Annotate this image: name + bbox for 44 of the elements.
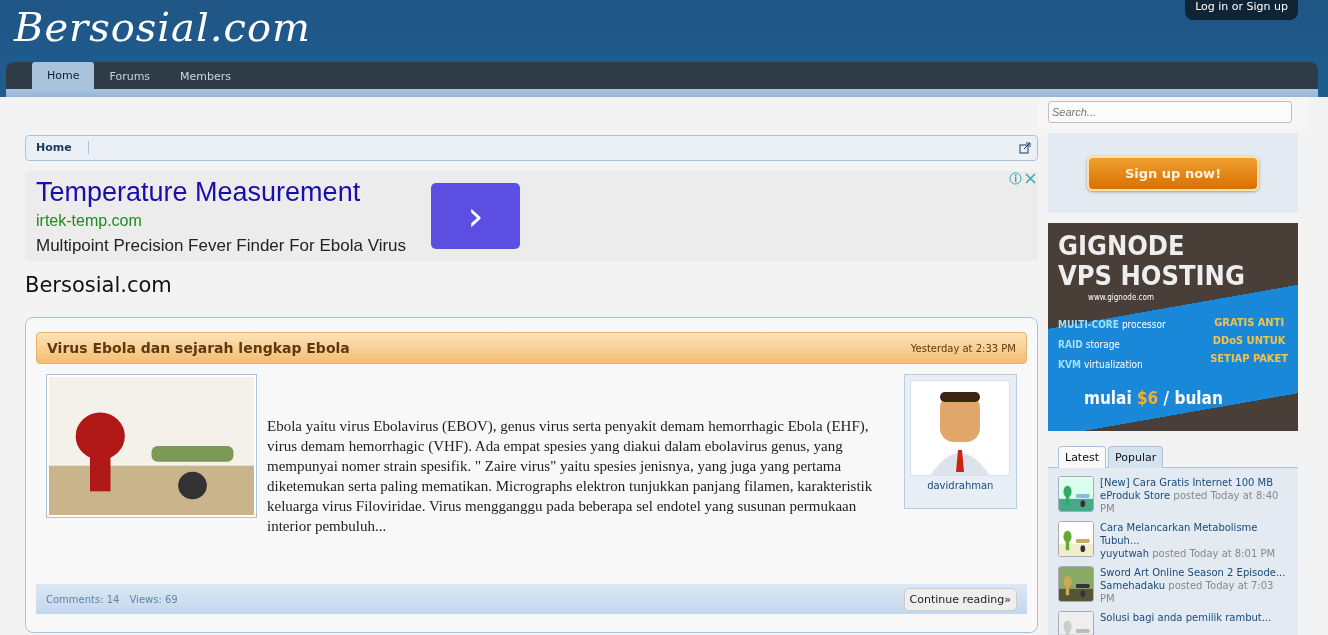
thread-link[interactable]: Cara Melancarkan Metabolisme Tubuh... [1100, 521, 1288, 547]
banner-offer: GRATIS ANTI [1213, 315, 1286, 331]
post-byline: yuyutwah posted Today at 8:01 PM [1100, 547, 1277, 560]
search-field[interactable]: Search... [1048, 101, 1292, 123]
banner-heading: GIGNODE [1058, 231, 1186, 261]
ad-title[interactable]: Temperature Measurement [36, 176, 431, 208]
view-count: Views: 69 [129, 593, 178, 605]
nav-tab[interactable]: Forums [94, 63, 166, 89]
author-link[interactable]: yuyutwah [1100, 548, 1150, 559]
author-link[interactable]: eProduk Store [1100, 490, 1171, 501]
banner-url: www.gignode.com [1088, 293, 1155, 302]
breadcrumb-link[interactable]: Home [26, 141, 89, 154]
author-link[interactable]: Samehadaku [1100, 580, 1166, 591]
banner-feature: RAID storage [1058, 338, 1121, 352]
post-byline: Samehadaku posted Today at 7:03 PM [1100, 579, 1275, 605]
ad-url: irtek-temp.com [36, 211, 143, 230]
avatar-icon[interactable] [910, 380, 1011, 476]
popout-icon[interactable] [1019, 142, 1031, 154]
ad-button[interactable]: › [431, 183, 520, 249]
nav-tab[interactable]: Members [165, 63, 247, 89]
comment-count: Comments: 14 [46, 593, 120, 605]
ad-description: Multipoint Precision Fever Finder For Ebola Virus [36, 235, 408, 256]
hosting-banner[interactable]: GIGNODE VPS HOSTING www.gignode.com MULTI-CORE processor RAID storage KVM virtualization GRATIS ANTI DDoS UNTUK SETIAP PAKET mulai $6 / bulan [1048, 223, 1298, 431]
banner-offer: SETIAP PAKET [1210, 351, 1288, 367]
sidebar-tab[interactable]: Latest [1058, 446, 1106, 468]
post-date: Yesterday at 2:33 PM [910, 342, 1016, 354]
thread-link[interactable]: [New] Cara Gratis Internet 100 MB [1100, 476, 1288, 489]
banner-feature: KVM virtualization [1058, 358, 1144, 372]
page-title: Bersosial.com [25, 273, 173, 297]
post-excerpt: Ebola yaitu virus Ebolavirus (EBOV), genus virus serta penyakit demam hemorrhagic Ebola (EHF), virus demam hemorrhagic (VHF). Ada empat spesies yang diakui dalam ebolavirus genus, yang mempunyai nomer strain spesifik. " Zaire virus" yaitu spesies jenisnya, yang juga yang pertama diketemukan serta paling mematikan. Micrographs elektron tunjukkan panjang filamen, karakteristik keluarga virus Filoviridae. Virus mengganggu pada beberapa sel endotel yang susunan permukaan interior pembuluh... [267, 417, 874, 536]
banner-feature: MULTI-CORE processor [1058, 318, 1166, 332]
continue-reading-button[interactable]: Continue reading» [903, 587, 1017, 611]
banner-heading: VPS HOSTING [1058, 261, 1246, 291]
thread-link[interactable]: Sword Art Online Season 2 Episode... [1100, 566, 1288, 579]
thread-link[interactable]: Solusi bagi anda pemilik rambut... [1100, 611, 1272, 624]
nav-tab[interactable]: Home [32, 62, 95, 89]
author-link[interactable]: davidrahman [927, 480, 994, 491]
banner-price: mulai $6 / bulan [1084, 388, 1224, 408]
site-logo[interactable]: Bersosial.com [14, 0, 311, 62]
login-link[interactable]: Log in or Sign up [1185, 0, 1298, 20]
banner-offer: DDoS UNTUK [1211, 333, 1287, 349]
post-byline: eProduk Store posted Today at 8:40 PM [1100, 489, 1280, 515]
post-title[interactable]: Virus Ebola dan sejarah lengkap Ebola [47, 340, 350, 356]
sidebar-tab[interactable]: Popular [1108, 446, 1164, 468]
